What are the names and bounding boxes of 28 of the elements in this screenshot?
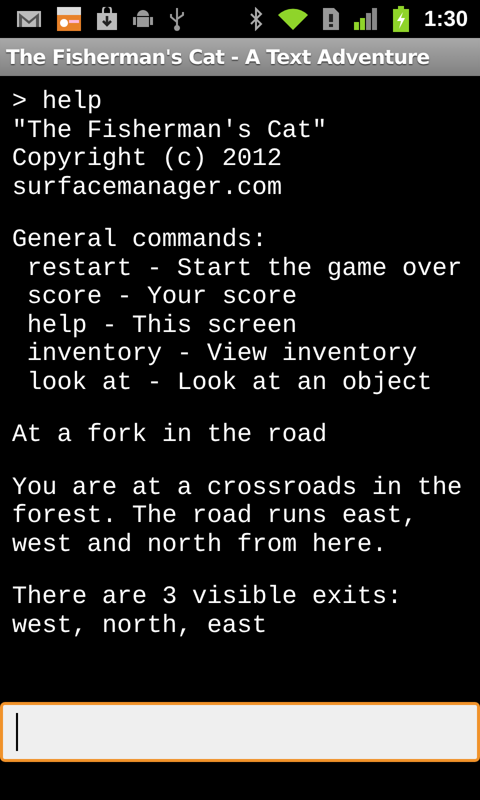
- status-time: 1:30: [424, 6, 468, 32]
- signal-icon: [354, 8, 378, 30]
- battery-charging-icon: [392, 6, 409, 32]
- transcript-line: west, north, east: [12, 612, 268, 640]
- usb-icon: [168, 6, 186, 32]
- transcript-line: Copyright (c) 2012: [12, 145, 282, 174]
- mail-icon: [16, 9, 42, 29]
- transcript-line: You are at a crossroads in the: [12, 474, 462, 502]
- transcript-line: inventory - View inventory: [26, 340, 418, 368]
- transcript-line: restart - Start the game over: [26, 254, 462, 283]
- transcript-line: At a fork in the road: [12, 421, 328, 450]
- wifi-icon: [278, 8, 308, 30]
- transcript-line: score - Your score: [26, 283, 298, 312]
- transcript-line: help - This screen: [26, 312, 298, 340]
- transcript-line: General commands:: [12, 226, 268, 254]
- transcript-line: There are 3 visible exits:: [12, 583, 402, 612]
- transcript-line: forest. The road runs east,: [12, 502, 418, 530]
- transcript-line: "The Fisherman's Cat": [12, 116, 328, 145]
- transcript-line: > help: [12, 88, 102, 116]
- transcript-line: west and north from here.: [12, 530, 388, 559]
- transcript-line: surfacemanager.com: [12, 174, 282, 202]
- transcript-line: look at - Look at an object: [26, 368, 432, 397]
- command-input[interactable]: [0, 702, 480, 762]
- sim-alert-icon: [322, 8, 339, 30]
- bluetooth-icon: [248, 7, 263, 31]
- download-icon: [96, 7, 118, 31]
- robot-icon: [133, 8, 153, 30]
- window-title: The Fisherman's Cat - A Text Adventure: [6, 45, 430, 69]
